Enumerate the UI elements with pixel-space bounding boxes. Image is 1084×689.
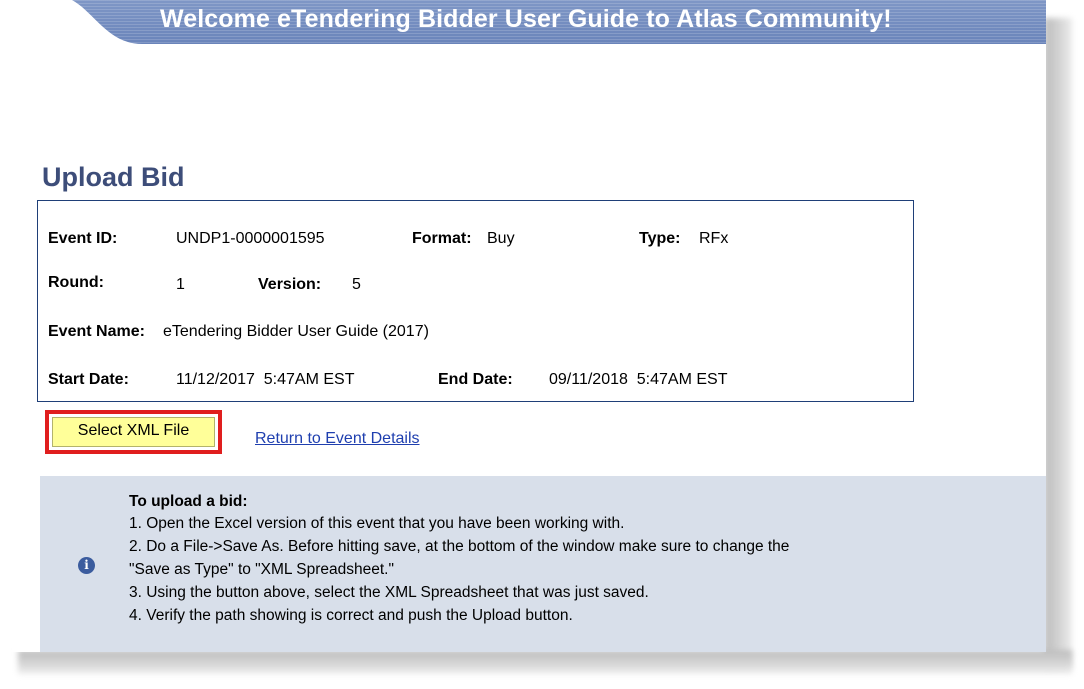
event-name-value: eTendering Bidder User Guide (2017) (163, 323, 429, 340)
instruction-step: 4. Verify the path showing is correct an… (129, 607, 573, 624)
start-date-value: 11/12/2017 5:47AM EST (176, 371, 355, 388)
format-label: Format: (412, 230, 472, 247)
round-value: 1 (176, 276, 185, 293)
card-shadow-bottom (18, 650, 1072, 674)
format-value: Buy (487, 230, 515, 247)
type-label: Type: (639, 230, 681, 247)
info-icon: i (78, 557, 95, 574)
return-to-event-details-link[interactable]: Return to Event Details (255, 430, 420, 448)
select-xml-file-button[interactable]: Select XML File (45, 410, 222, 454)
round-label: Round: (48, 274, 104, 291)
end-date-value: 09/11/2018 5:47AM EST (549, 371, 728, 388)
select-xml-file-label: Select XML File (52, 417, 215, 447)
banner-title: Welcome eTendering Bidder User Guide to … (160, 5, 892, 33)
type-value: RFx (699, 230, 729, 247)
welcome-banner: Welcome eTendering Bidder User Guide to … (72, 0, 1046, 44)
start-date-label: Start Date: (48, 371, 129, 388)
instruction-step: 3. Using the button above, select the XM… (129, 584, 649, 601)
event-id-label: Event ID: (48, 230, 118, 247)
version-label: Version: (258, 276, 322, 293)
instruction-step: "Save as Type" to "XML Spreadsheet." (129, 561, 394, 578)
event-name-label: Event Name: (48, 323, 145, 340)
card-shadow-right (1044, 18, 1072, 668)
end-date-label: End Date: (438, 371, 513, 388)
instruction-step: 1. Open the Excel version of this event … (129, 515, 625, 532)
page-title: Upload Bid (42, 162, 185, 192)
instruction-step: 2. Do a File->Save As. Before hitting sa… (129, 538, 790, 555)
screenshot-card: Welcome eTendering Bidder User Guide to … (12, 0, 1046, 652)
event-details-box: Event ID: UNDP1-0000001595 Format: Buy T… (37, 200, 914, 402)
version-value: 5 (352, 276, 361, 293)
upload-instructions-panel: i To upload a bid: 1. Open the Excel ver… (40, 476, 1046, 652)
event-id-value: UNDP1-0000001595 (176, 230, 325, 247)
instructions-title: To upload a bid: (129, 493, 248, 510)
